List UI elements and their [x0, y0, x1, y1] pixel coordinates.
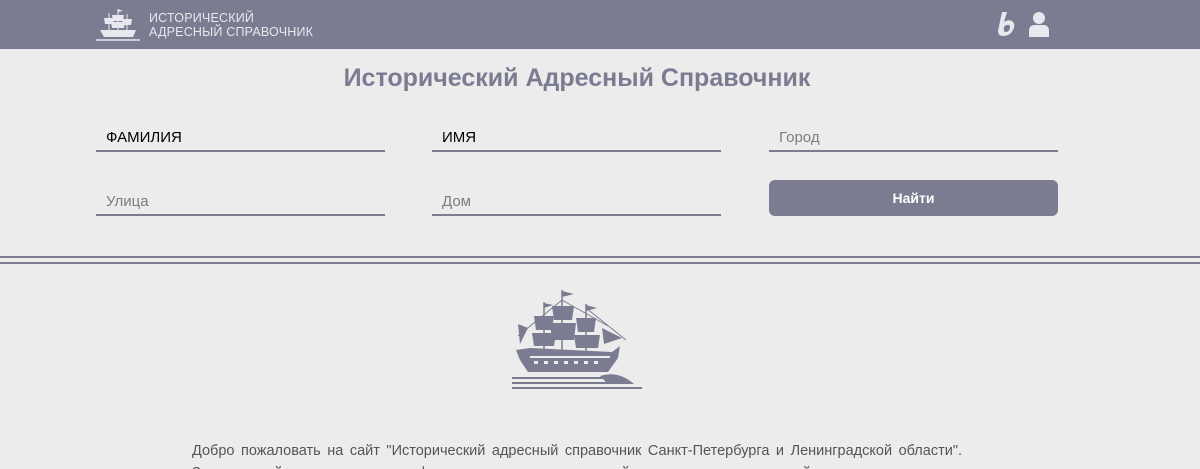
- surname-input[interactable]: [96, 116, 385, 150]
- street-field-wrapper: [96, 180, 385, 216]
- surname-field-wrapper: [96, 116, 385, 152]
- street-input[interactable]: [96, 180, 385, 214]
- house-field-wrapper: [432, 180, 721, 216]
- brand-link[interactable]: ИСТОРИЧЕСКИЙ АДРЕСНЫЙ СПРАВОЧНИК: [96, 6, 313, 44]
- city-input[interactable]: [769, 116, 1058, 150]
- city-field-wrapper: [769, 116, 1058, 152]
- top-bar: ИСТОРИЧЕСКИЙ АДРЕСНЫЙ СПРАВОЧНИК: [0, 0, 1200, 49]
- section-divider: [0, 256, 1200, 264]
- brand-text: ИСТОРИЧЕСКИЙ АДРЕСНЫЙ СПРАВОЧНИК: [149, 11, 313, 39]
- name-field-wrapper: [432, 116, 721, 152]
- house-input[interactable]: [432, 180, 721, 214]
- b-logo-icon[interactable]: [996, 11, 1018, 37]
- welcome-text: Добро пожаловать на сайт "Исторический а…: [192, 443, 962, 469]
- header-icons: [996, 11, 1050, 37]
- user-icon[interactable]: [1028, 11, 1050, 37]
- brand-line2: АДРЕСНЫЙ СПРАВОЧНИК: [149, 25, 314, 39]
- brand-line1: ИСТОРИЧЕСКИЙ: [149, 11, 255, 25]
- ship-logo-icon: [96, 9, 140, 41]
- page-title: Исторический Адресный Справочник: [343, 64, 811, 92]
- name-input[interactable]: [432, 116, 721, 150]
- ship-illustration-icon: [512, 290, 642, 389]
- search-button[interactable]: Найти: [769, 180, 1058, 216]
